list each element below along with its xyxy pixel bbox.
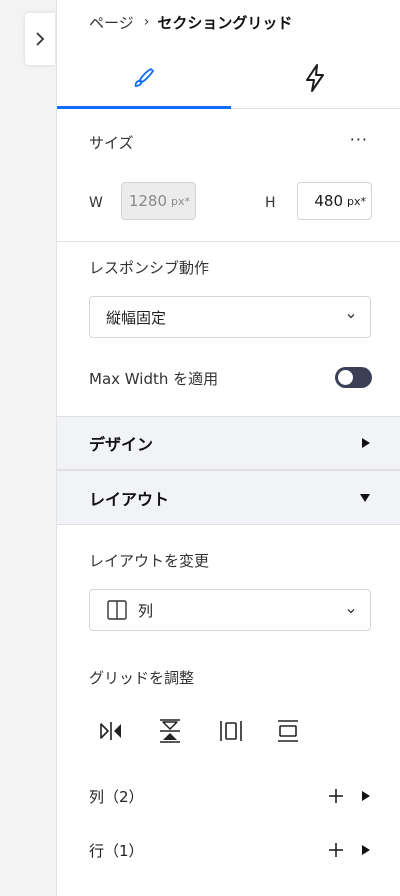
caret-down-icon <box>360 494 370 502</box>
change-layout-title: レイアウトを変更 <box>89 552 210 570</box>
layout-dropdown[interactable]: 列 <box>89 589 371 631</box>
expand-rows-icon[interactable] <box>361 844 371 856</box>
panel-tabs <box>57 48 400 109</box>
height-value: 480 <box>314 192 343 210</box>
layout-section-header[interactable]: レイアウト <box>57 470 400 525</box>
toggle-knob <box>338 370 353 385</box>
lightning-icon <box>306 64 324 92</box>
max-width-label: Max Width を適用 <box>89 370 219 388</box>
divider <box>57 241 400 242</box>
breadcrumb-current: セクショングリッド <box>157 13 293 32</box>
rows-label: 行（1） <box>89 842 144 860</box>
size-title: サイズ <box>89 134 134 152</box>
columns-controls <box>327 787 371 805</box>
distribute-columns-button[interactable] <box>216 717 246 745</box>
columns-label: 列（2） <box>89 788 144 806</box>
expand-columns-icon[interactable] <box>361 790 371 802</box>
width-input[interactable]: 1280 px* <box>121 182 196 220</box>
inspector-panel: ページ › セクショングリッド サイズ ··· W 1280 px* H 480… <box>56 0 400 896</box>
max-width-toggle[interactable] <box>335 367 372 388</box>
expand-panel-button[interactable] <box>25 13 55 65</box>
add-row-icon[interactable] <box>327 841 345 859</box>
responsive-title: レスポンシブ動作 <box>89 259 210 277</box>
distribute-rows-button[interactable] <box>273 717 303 745</box>
flip-vertical-button[interactable] <box>155 717 185 745</box>
more-options-button[interactable]: ··· <box>350 130 368 149</box>
active-tab-indicator <box>57 106 231 109</box>
chevron-down-icon <box>347 609 355 614</box>
columns-icon <box>107 600 127 620</box>
distribute-columns-icon <box>220 721 242 741</box>
width-unit: px* <box>171 194 190 208</box>
design-section-header[interactable]: デザイン <box>57 416 400 470</box>
tab-design[interactable] <box>57 48 229 108</box>
adjust-grid-title: グリッドを調整 <box>89 669 195 687</box>
design-section-title: デザイン <box>89 435 154 454</box>
responsive-dropdown[interactable]: 縦幅固定 <box>89 296 371 338</box>
height-label: H <box>265 195 276 211</box>
flip-horizontal-button[interactable] <box>96 717 126 745</box>
flip-horizontal-icon <box>100 722 121 740</box>
layout-section-title: レイアウト <box>89 489 170 509</box>
flip-vertical-icon <box>160 719 180 743</box>
chevron-right-icon <box>36 32 45 46</box>
distribute-rows-icon <box>278 720 298 742</box>
breadcrumb: ページ › セクショングリッド <box>89 10 292 34</box>
rows-controls <box>327 841 371 859</box>
tab-interactions[interactable] <box>229 48 400 108</box>
height-input[interactable]: 480 px* <box>297 182 372 220</box>
responsive-selected: 縦幅固定 <box>106 308 167 327</box>
width-label: W <box>89 195 103 211</box>
add-column-icon[interactable] <box>327 787 345 805</box>
width-value: 1280 <box>128 192 167 210</box>
caret-right-icon <box>362 438 370 448</box>
breadcrumb-separator: › <box>143 14 150 30</box>
chevron-down-icon <box>347 314 355 319</box>
breadcrumb-parent[interactable]: ページ <box>89 12 134 33</box>
paintbrush-icon <box>134 68 154 87</box>
height-unit: px* <box>347 194 366 208</box>
layout-selected: 列 <box>138 601 154 620</box>
